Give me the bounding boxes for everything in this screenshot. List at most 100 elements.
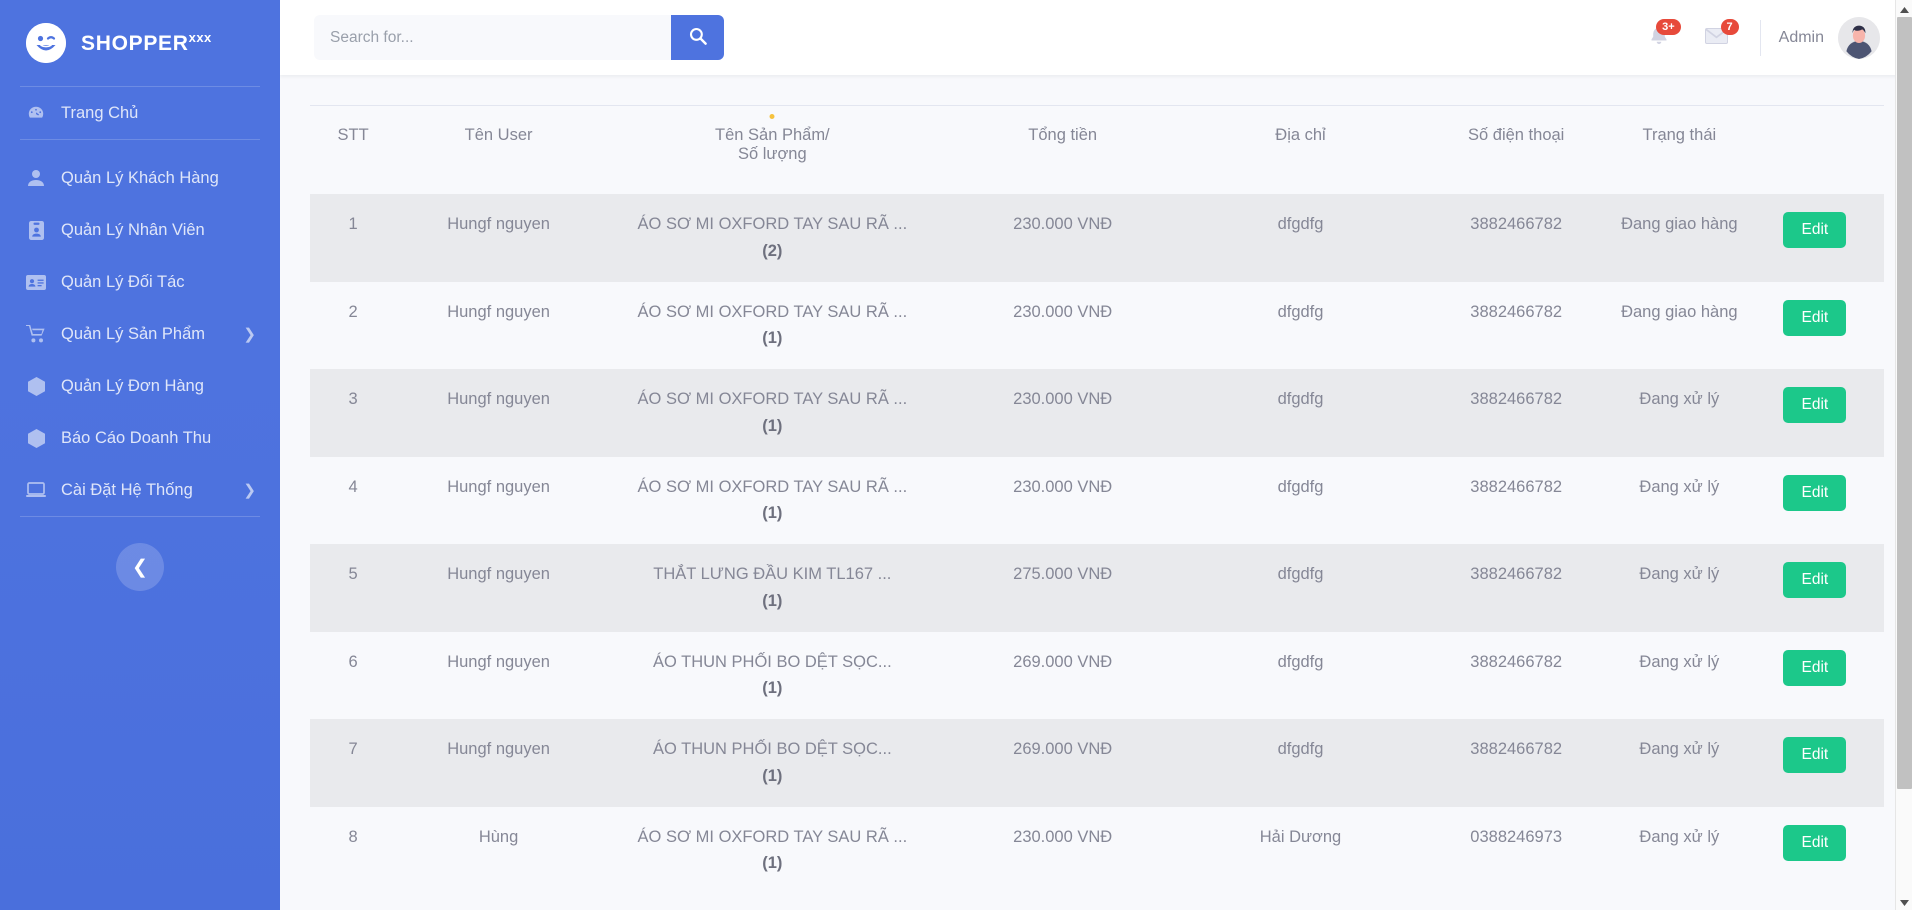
messages-button[interactable]: 7 <box>1688 12 1746 64</box>
product-quantity: (1) <box>762 504 783 523</box>
orders-content: STT Tên User Tên Sản Phẩm/ Số lượng Tổng… <box>280 75 1912 910</box>
edit-button[interactable]: Edit <box>1783 737 1847 773</box>
sidebar-item-quan-ly-san-pham[interactable]: Quản Lý Sản Phẩm ❯ <box>0 308 280 360</box>
cell-stt: 6 <box>310 631 397 719</box>
cell-total: 275.000 VNĐ <box>943 544 1182 632</box>
cell-address: dfgdfg <box>1181 281 1420 369</box>
messages-badge: 7 <box>1720 18 1739 35</box>
column-header-address: Địa chỉ <box>1181 105 1420 194</box>
cell-status: Đang xử lý <box>1612 456 1746 544</box>
edit-button[interactable]: Edit <box>1783 387 1847 423</box>
cell-total: 230.000 VNĐ <box>943 281 1182 369</box>
brand-name: SHOPPER <box>81 32 189 55</box>
sidebar-item-quan-ly-doi-tac[interactable]: Quản Lý Đối Tác <box>0 256 280 308</box>
edit-button[interactable]: Edit <box>1783 562 1847 598</box>
cell-total: 230.000 VNĐ <box>943 456 1182 544</box>
scroll-down-button[interactable] <box>1896 893 1912 910</box>
product-quantity: (1) <box>762 329 783 348</box>
edit-button[interactable]: Edit <box>1783 824 1847 861</box>
column-label-secondary: Số lượng <box>738 145 807 163</box>
edit-button[interactable]: Edit <box>1783 212 1847 248</box>
cell-status: Đang xử lý <box>1612 631 1746 719</box>
orders-table-body: 1 Hungf nguyen ÁO SƠ MI OXFORD TAY SAU RÃ … <box>310 194 1884 894</box>
cell-product: ÁO THUN PHỐI BO DỆT SỌC... (1) <box>600 631 944 719</box>
brand-logo-link[interactable]: SHOPPERxxx <box>0 0 280 86</box>
topbar-divider <box>1759 19 1761 56</box>
product-name: ÁO THUN PHỐI BO DỆT SỌC... <box>652 740 892 758</box>
cell-total: 230.000 VNĐ <box>943 369 1182 457</box>
app-root: SHOPPERxxx Trang Chủ Quản Lý Khách Hàng … <box>0 0 1912 910</box>
cell-product: ÁO SƠ MI OXFORD TAY SAU RÃ ... (1) <box>600 281 944 369</box>
cell-product: THẮT LƯNG ĐẦU KIM TL167 ... (1) <box>600 544 944 632</box>
scroll-up-button[interactable] <box>1896 0 1912 17</box>
column-header-action <box>1745 105 1884 194</box>
cell-address: dfgdfg <box>1181 631 1420 719</box>
table-row: 2 Hungf nguyen ÁO SƠ MI OXFORD TAY SAU RÃ … <box>310 281 1884 369</box>
caret-up-icon <box>1899 0 1909 18</box>
sidebar: SHOPPERxxx Trang Chủ Quản Lý Khách Hàng … <box>0 0 280 910</box>
table-row: 6 Hungf nguyen ÁO THUN PHỐI BO DỆT SỌC... (… <box>310 631 1884 719</box>
sidebar-item-trang-chu[interactable]: Trang Chủ <box>0 87 280 139</box>
cell-product: ÁO THUN PHỐI BO DỆT SỌC... (1) <box>600 719 944 807</box>
column-label: Số điện thoại <box>1468 126 1565 144</box>
cell-stt: 4 <box>310 456 397 544</box>
sidebar-item-cai-dat-he-thong[interactable]: Cài Đặt Hệ Thống ❯ <box>0 464 280 516</box>
edit-button[interactable]: Edit <box>1783 299 1847 336</box>
column-header-user: Tên User <box>396 105 601 194</box>
avatar <box>1838 16 1880 59</box>
cell-status: Đang xử lý <box>1612 544 1746 632</box>
cell-phone: 3882466782 <box>1419 544 1613 632</box>
cell-address: dfgdfg <box>1181 194 1420 282</box>
cell-total: 269.000 VNĐ <box>943 631 1182 719</box>
sidebar-item-label: Trang Chủ <box>61 103 139 122</box>
cell-product: ÁO SƠ MI OXFORD TAY SAU RÃ ... (1) <box>600 456 944 544</box>
sidebar-collapse-button[interactable]: ❮ <box>116 543 164 591</box>
id-card-icon <box>26 272 46 292</box>
cell-address: dfgdfg <box>1181 369 1420 457</box>
column-header-phone: Số điện thoại <box>1419 105 1613 194</box>
product-quantity: (1) <box>762 679 783 698</box>
cell-user: Hungf nguyen <box>396 456 601 544</box>
cell-status: Đang xử lý <box>1612 719 1746 807</box>
caret-down-icon <box>1900 893 1909 910</box>
orders-table-wrap: STT Tên User Tên Sản Phẩm/ Số lượng Tổng… <box>280 75 1912 894</box>
column-label: Tổng tiền <box>1028 126 1098 144</box>
sidebar-item-quan-ly-nhan-vien[interactable]: Quản Lý Nhân Viên <box>0 204 280 256</box>
cell-total: 269.000 VNĐ <box>943 719 1182 807</box>
product-quantity: (1) <box>762 766 783 785</box>
sidebar-item-quan-ly-don-hang[interactable]: Quản Lý Đơn Hàng <box>0 360 280 412</box>
cube-icon <box>26 428 46 448</box>
table-row: 7 Hungf nguyen ÁO THUN PHỐI BO DỆT SỌC... (… <box>310 719 1884 807</box>
cell-user: Hungf nguyen <box>396 281 601 369</box>
cube-icon <box>26 376 46 396</box>
search-button[interactable] <box>671 15 724 60</box>
notifications-button[interactable]: 3+ <box>1630 12 1688 64</box>
sidebar-item-label: Cài Đặt Hệ Thống <box>61 480 193 499</box>
edit-button[interactable]: Edit <box>1783 649 1847 686</box>
column-label: Tên User <box>464 126 533 144</box>
page-scrollbar[interactable] <box>1895 0 1912 910</box>
search-icon <box>689 27 707 48</box>
search-input[interactable] <box>314 15 671 60</box>
edit-button[interactable]: Edit <box>1783 474 1847 511</box>
product-name: THẮT LƯNG ĐẦU KIM TL167 ... <box>653 565 892 583</box>
sort-indicator-dot <box>769 114 775 119</box>
table-row: 5 Hungf nguyen THẮT LƯNG ĐẦU KIM TL167 ...… <box>310 544 1884 632</box>
cell-action: Edit <box>1745 544 1884 632</box>
scrollbar-thumb[interactable] <box>1897 17 1912 789</box>
search-form <box>314 15 724 60</box>
shopping-cart-icon <box>26 324 46 344</box>
user-icon <box>26 168 46 188</box>
user-menu[interactable]: Admin <box>1779 16 1884 59</box>
cell-stt: 5 <box>310 544 397 632</box>
sidebar-item-quan-ly-khach-hang[interactable]: Quản Lý Khách Hàng <box>0 152 280 204</box>
orders-table: STT Tên User Tên Sản Phẩm/ Số lượng Tổng… <box>310 105 1884 894</box>
sidebar-divider-bottom <box>20 516 260 517</box>
cell-phone: 0388246973 <box>1419 806 1613 894</box>
product-name: ÁO SƠ MI OXFORD TAY SAU RÃ ... <box>637 215 908 233</box>
cell-stt: 7 <box>310 719 397 807</box>
id-badge-icon <box>26 220 46 240</box>
table-row: 8 Hùng ÁO SƠ MI OXFORD TAY SAU RÃ ... (1) 23… <box>310 806 1884 894</box>
cell-status: Đang giao hàng <box>1612 194 1746 282</box>
sidebar-item-bao-cao-doanh-thu[interactable]: Báo Cáo Doanh Thu <box>0 412 280 464</box>
